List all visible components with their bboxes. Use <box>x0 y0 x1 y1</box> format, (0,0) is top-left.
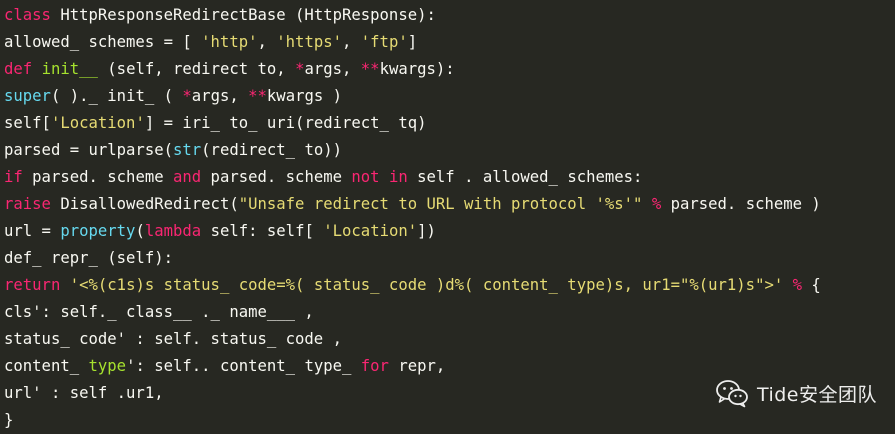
code-token-keyword: lambda <box>144 222 202 240</box>
code-token-keyword: not <box>351 168 380 186</box>
code-token-operator: % <box>792 276 803 294</box>
code-line: def init__ (self, redirect to, *args, **… <box>4 56 821 83</box>
watermark-label: Tide安全团队 <box>756 383 877 406</box>
code-line: url = property(lambda self: self[ 'Locat… <box>4 218 821 245</box>
code-line: parsed = urlparse(str(redirect_ to)) <box>4 137 821 164</box>
code-token-text: ( <box>135 222 145 240</box>
code-token-text: , <box>342 33 361 51</box>
code-token-text: (redirect_ to)) <box>201 141 342 159</box>
code-token-string: 'https' <box>276 33 342 51</box>
code-token-keyword: raise <box>4 195 51 213</box>
code-line: url' : self .ur1, <box>4 380 821 407</box>
code-token-keyword: return <box>4 276 61 294</box>
code-token-text: self . allowed_ schemes: <box>407 168 643 186</box>
code-editor: class HttpResponseRedirectBase (HttpResp… <box>0 0 895 434</box>
code-block: class HttpResponseRedirectBase (HttpResp… <box>4 2 821 434</box>
code-token-string: 'http' <box>201 33 258 51</box>
code-token-text: url' : self .ur1, <box>4 384 164 402</box>
code-token-operator: % <box>651 195 662 213</box>
code-token-text: ( ). <box>50 87 89 105</box>
code-token-string: '<%(c1s)s status_ code=%( status_ code )… <box>69 276 784 294</box>
code-token-text: parsed. scheme <box>22 168 173 186</box>
code-token-text: parsed. scheme ) <box>661 195 821 213</box>
code-token-text: _ init_ ( <box>88 87 183 105</box>
code-token-operator: ** <box>248 87 267 105</box>
code-token-text: kwargs): <box>379 60 455 78</box>
code-token-text: allowed_ schemes = [ <box>4 33 202 51</box>
code-token-text: , <box>257 33 277 51</box>
code-token-text: ] = iri_ to_ uri(redirect_ tq) <box>144 114 427 132</box>
code-line: allowed_ schemes = [ 'http', 'https', 'f… <box>4 29 821 56</box>
code-line: cls': self._ class__ ._ name___ , <box>4 299 821 326</box>
code-token-text: DisallowedRedirect( <box>50 195 239 213</box>
code-line: content_ type': self.. content_ type_ fo… <box>4 353 821 380</box>
code-line: if parsed. scheme and parsed. scheme not… <box>4 164 821 191</box>
code-line: status_ code' : self. status_ code , <box>4 326 821 353</box>
code-token-builtin: str <box>173 141 202 159</box>
code-token-text: (self, redirect to, <box>97 60 296 78</box>
code-token-text: HttpResponseRedirectBase (HttpResponse): <box>50 6 436 24</box>
code-token-text: ] <box>407 33 418 51</box>
code-line: super( )._ init_ ( *args, **kwargs ) <box>4 83 821 110</box>
code-token-keyword: in <box>388 168 408 186</box>
code-token-string: 'ftp' <box>360 33 408 51</box>
code-token-keyword: for <box>360 357 389 375</box>
code-line: raise DisallowedRedirect("Unsafe redirec… <box>4 191 821 218</box>
code-token-text: status_ code' : self. status_ code , <box>4 330 342 348</box>
code-line: def_ repr_ (self): <box>4 245 821 272</box>
code-token-text: cls': self._ class__ ._ name___ , <box>4 303 314 321</box>
code-token-keyword: class <box>4 6 51 24</box>
code-line: return '<%(c1s)s status_ code=%( status_… <box>4 272 821 299</box>
code-token-text: self: self[ <box>201 222 324 240</box>
code-token-text: parsed. scheme <box>201 168 352 186</box>
code-token-text: ]) <box>417 222 436 240</box>
code-token-keyword: def <box>4 60 33 78</box>
code-token-string: 'Location' <box>50 114 145 132</box>
code-token-text: { <box>802 276 821 294</box>
code-line: } <box>4 407 821 434</box>
code-token-string: "Unsafe redirect to URL with protocol '%… <box>238 195 643 213</box>
code-token-text: self[ <box>4 114 51 132</box>
code-token-builtin: property <box>60 222 136 240</box>
code-token-string: 'Location' <box>323 222 418 240</box>
code-token-text: url = <box>4 222 61 240</box>
code-token-text: args, <box>304 60 361 78</box>
code-token-text: parsed = urlparse( <box>4 141 173 159</box>
code-token-text: repr, <box>388 357 446 375</box>
code-token-keyword: if <box>4 168 23 186</box>
code-token-function: type <box>88 357 127 375</box>
code-token-text: ': self.. content_ type_ <box>126 357 361 375</box>
code-token-text: } <box>4 411 14 429</box>
code-token-text: kwargs ) <box>266 87 343 105</box>
code-token-keyword: and <box>173 168 202 186</box>
code-token-text: content_ <box>4 357 89 375</box>
watermark: Tide安全团队 <box>715 375 877 411</box>
code-token-function: init__ <box>41 60 98 78</box>
code-token-builtin: super <box>4 87 51 105</box>
code-token-operator: ** <box>360 60 380 78</box>
code-line: class HttpResponseRedirectBase (HttpResp… <box>4 2 821 29</box>
code-token-operator: * <box>182 87 192 105</box>
code-line: self['Location'] = iri_ to_ uri(redirect… <box>4 110 821 137</box>
wechat-icon <box>716 380 748 408</box>
code-token-text: args, <box>191 87 249 105</box>
code-token-text: def_ repr_ (self): <box>4 249 173 267</box>
